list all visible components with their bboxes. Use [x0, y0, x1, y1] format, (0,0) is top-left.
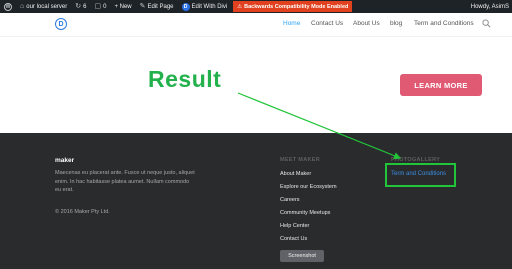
howdy-text: Howdy, AsimS — [470, 3, 509, 10]
new-label: + New — [114, 3, 132, 10]
logo-letter: D — [58, 20, 64, 28]
nav-term-and-conditions[interactable]: Term and Conditions — [414, 20, 474, 27]
edit-with-divi-menu[interactable]: D Edit With Divi — [178, 0, 232, 13]
footer-brand: maker — [55, 157, 75, 164]
nav-blog[interactable]: blog — [390, 20, 402, 27]
wordpress-icon: W — [4, 2, 12, 11]
wp-logo-menu[interactable]: W — [0, 0, 16, 13]
site-footer — [0, 133, 512, 269]
learn-more-button[interactable]: LEARN MORE — [400, 74, 482, 96]
home-icon: ⌂ — [20, 3, 25, 10]
divi-icon: D — [181, 2, 190, 11]
site-header: D Home Contact Us About Us blog Term and… — [0, 13, 512, 36]
site-name-menu[interactable]: ⌂ our local server — [16, 0, 71, 13]
edit-page-menu[interactable]: ✎ Edit Page — [136, 0, 178, 13]
comments-menu[interactable]: ▢ 0 — [90, 0, 110, 13]
updates-count: 6 — [83, 3, 87, 10]
search-icon[interactable] — [482, 19, 491, 28]
highlight-box — [385, 163, 456, 187]
account-menu[interactable]: Howdy, AsimS — [467, 0, 512, 13]
site-logo[interactable]: D — [55, 18, 67, 30]
wp-admin-bar: W ⌂ our local server ↻ 6 ▢ 0 + New ✎ Edi… — [0, 0, 512, 13]
footer-link-ecosystem[interactable]: Explore our Ecosystem — [280, 184, 337, 190]
comments-count: 0 — [103, 3, 107, 10]
pencil-icon: ✎ — [139, 3, 146, 10]
warning-icon: ⚠ — [237, 3, 243, 10]
site-name: our local server — [26, 3, 68, 10]
warning-label: Backwards Compatibility Mode Enabled — [244, 3, 349, 10]
compat-mode-warning[interactable]: ⚠ Backwards Compatibility Mode Enabled — [233, 1, 353, 12]
nav-about-us[interactable]: About Us — [353, 20, 380, 27]
edit-divi-label: Edit With Divi — [191, 3, 228, 10]
footer-about-text: Maecenas eu placerat ante. Fusce ut nequ… — [55, 170, 195, 193]
footer-link-about-maker[interactable]: About Maker — [280, 171, 311, 177]
new-content-menu[interactable]: + New — [110, 0, 135, 13]
footer-copyright: © 2016 Maker Pty Ltd. — [55, 209, 110, 215]
edit-page-label: Edit Page — [147, 3, 174, 10]
footer-link-community-meetups[interactable]: Community Meetups — [280, 210, 330, 216]
result-annotation: Result — [148, 66, 222, 92]
screenshot-tooltip: Screenshot — [280, 250, 324, 262]
refresh-icon: ↻ — [75, 3, 82, 10]
meet-maker-heading: MEET MAKER — [280, 157, 320, 163]
nav-contact-us[interactable]: Contact Us — [311, 20, 343, 27]
footer-link-help-center[interactable]: Help Center — [280, 223, 309, 229]
nav-home[interactable]: Home — [283, 20, 300, 27]
footer-link-contact-us[interactable]: Contact Us — [280, 236, 307, 242]
comment-icon: ▢ — [94, 3, 102, 10]
footer-link-careers[interactable]: Careers — [280, 197, 300, 203]
updates-menu[interactable]: ↻ 6 — [71, 0, 90, 13]
